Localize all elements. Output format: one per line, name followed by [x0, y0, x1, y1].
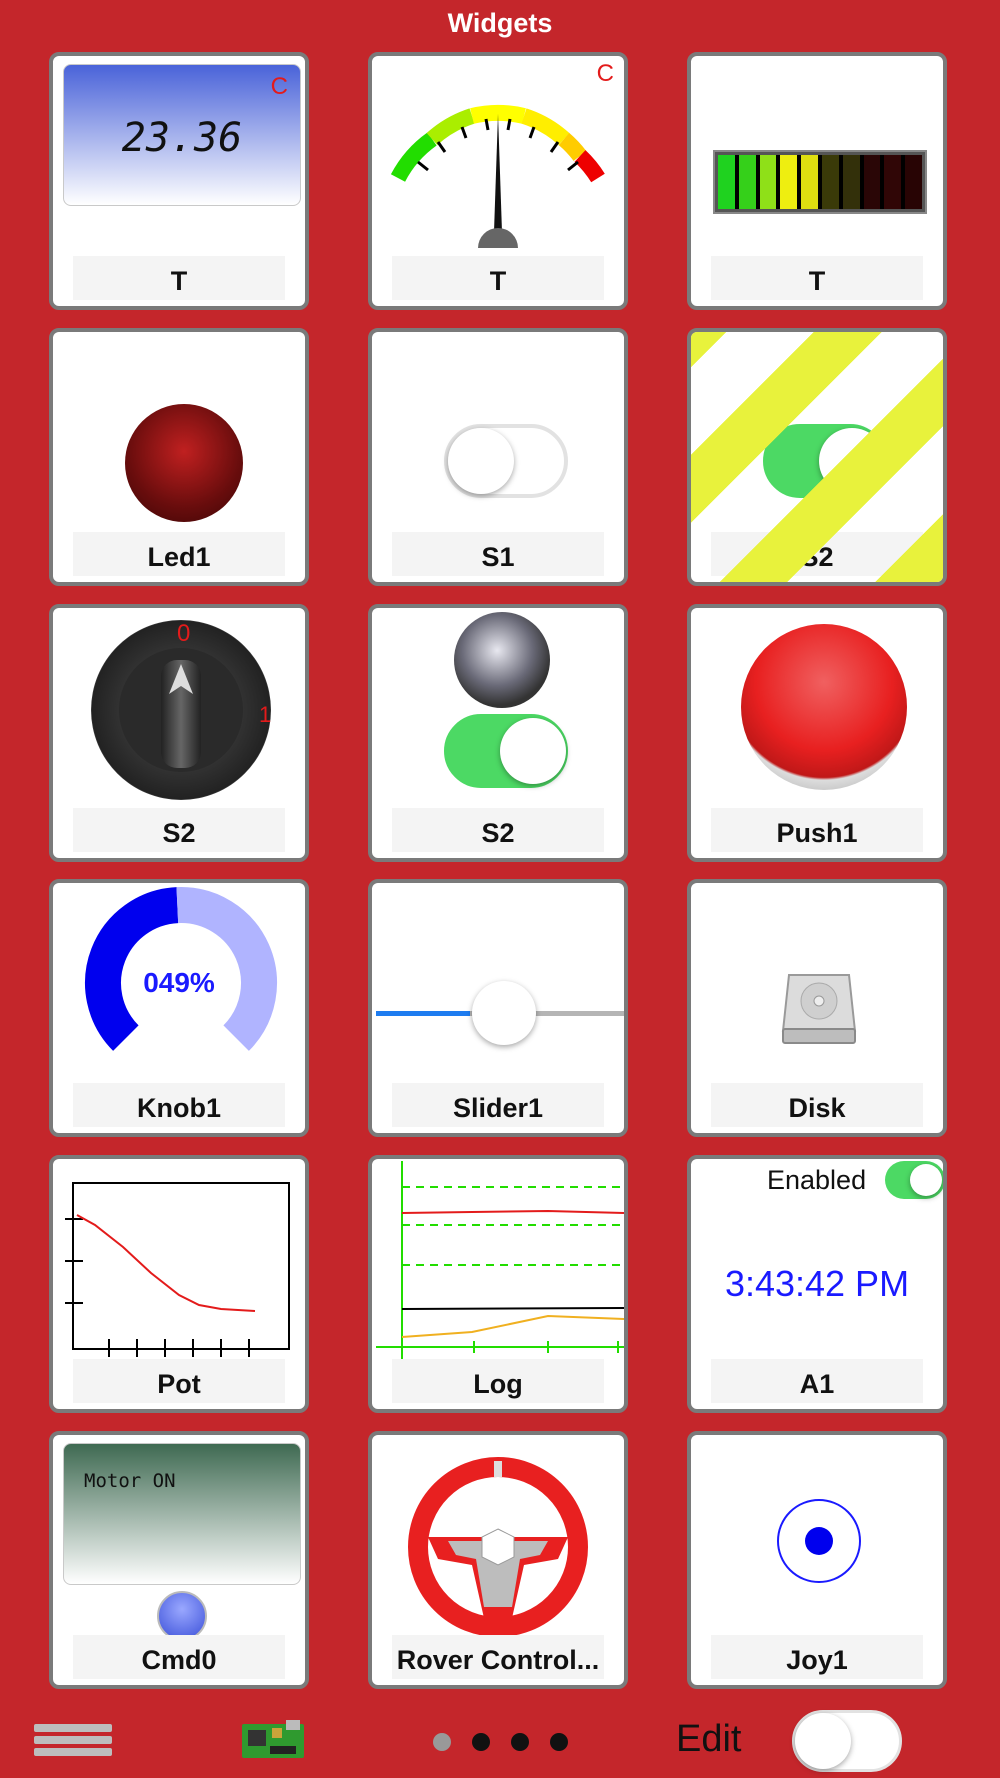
lcd-temperature-tile[interactable]: 23.36 C T	[49, 52, 309, 310]
tile-label: Rover Control...	[392, 1635, 604, 1679]
push-button[interactable]	[741, 624, 907, 790]
slider-thumb[interactable]	[472, 981, 537, 1045]
tile-label: Log	[392, 1359, 604, 1403]
tile-label: A1	[711, 1359, 923, 1403]
page-indicator-dot[interactable]	[511, 1733, 529, 1751]
switch-s2-locked-tile[interactable]: S2	[687, 328, 947, 586]
tile-label: T	[711, 256, 923, 300]
gauge-dial	[390, 104, 605, 248]
a1-clock-tile[interactable]: Enabled 3:43:42 PM A1	[687, 1155, 947, 1413]
command-screen: Motor ON	[63, 1443, 301, 1585]
page-title: Widgets	[447, 8, 553, 38]
tile-label: Cmd0	[73, 1635, 285, 1679]
lcd-display: 23.36 C	[63, 64, 301, 206]
rover-control-tile[interactable]: Rover Control...	[368, 1431, 628, 1689]
tile-label: S2	[73, 808, 285, 852]
disk-tile[interactable]: Disk	[687, 879, 947, 1137]
steering-wheel-icon[interactable]	[408, 1457, 588, 1637]
enabled-label: Enabled	[767, 1165, 867, 1195]
position-0-label: 0	[177, 620, 191, 647]
screen-text: Motor ON	[84, 1470, 176, 1492]
lcd-value: 23.36	[121, 115, 243, 161]
joystick-handle[interactable]	[805, 1527, 833, 1555]
tile-label: S2	[392, 808, 604, 852]
rotary-switch-tile[interactable]: 0 1 S2	[49, 604, 309, 862]
edit-label: Edit	[676, 1718, 742, 1760]
raspberry-pi-board-icon[interactable]	[242, 1720, 304, 1760]
gauge-temperature-tile[interactable]: C T	[368, 52, 628, 310]
tile-label: Pot	[73, 1359, 285, 1403]
pot-graph-tile[interactable]: Pot	[49, 1155, 309, 1413]
tile-label: T	[392, 256, 604, 300]
joy1-tile[interactable]: Joy1	[687, 1431, 947, 1689]
knob-value: 049%	[143, 967, 215, 998]
cmd0-tile[interactable]: Motor ON Cmd0	[49, 1431, 309, 1689]
enabled-toggle[interactable]	[885, 1161, 943, 1199]
unit-label: C	[270, 73, 288, 100]
clock-time: 3:43:42 PM	[724, 1263, 910, 1304]
arrow-up-icon	[169, 664, 193, 694]
tile-label: T	[73, 256, 285, 300]
pot-graph	[65, 1182, 290, 1357]
tile-label: Disk	[711, 1083, 923, 1127]
locked-overlay	[691, 332, 943, 582]
tile-label: Slider1	[392, 1083, 604, 1127]
tile-label: Push1	[711, 808, 923, 852]
switch-toggle[interactable]	[444, 424, 568, 498]
page-indicator-dot[interactable]	[433, 1733, 451, 1751]
slider-fill	[376, 1011, 471, 1016]
tile-label: Joy1	[711, 1635, 923, 1679]
toggle-s2-tile[interactable]: S2	[368, 604, 628, 862]
led1-tile[interactable]: Led1	[49, 328, 309, 586]
tile-label: Knob1	[73, 1083, 285, 1127]
send-button[interactable]	[157, 1591, 207, 1641]
status-led	[454, 612, 550, 708]
log-graph-tile[interactable]: Log	[368, 1155, 628, 1413]
led-indicator	[125, 404, 243, 522]
bar-meter-tile[interactable]: T	[687, 52, 947, 310]
edit-toggle[interactable]	[792, 1710, 902, 1772]
page-indicator-dot[interactable]	[550, 1733, 568, 1751]
bottom-bar: Edit	[0, 1702, 1000, 1778]
slider1-tile[interactable]: Slider1	[368, 879, 628, 1137]
switch-s1-tile[interactable]: S1	[368, 328, 628, 586]
push1-tile[interactable]: Push1	[687, 604, 947, 862]
switch-toggle[interactable]	[444, 714, 568, 788]
tile-label: S1	[392, 532, 604, 576]
page-indicator-dot[interactable]	[472, 1733, 490, 1751]
knob1-tile[interactable]: 049% Knob1	[49, 879, 309, 1137]
log-graph	[376, 1161, 624, 1359]
bar-meter	[713, 150, 927, 214]
hard-drive-icon	[781, 974, 857, 1044]
position-1-label: 1	[259, 702, 272, 727]
tile-label: Led1	[73, 532, 285, 576]
